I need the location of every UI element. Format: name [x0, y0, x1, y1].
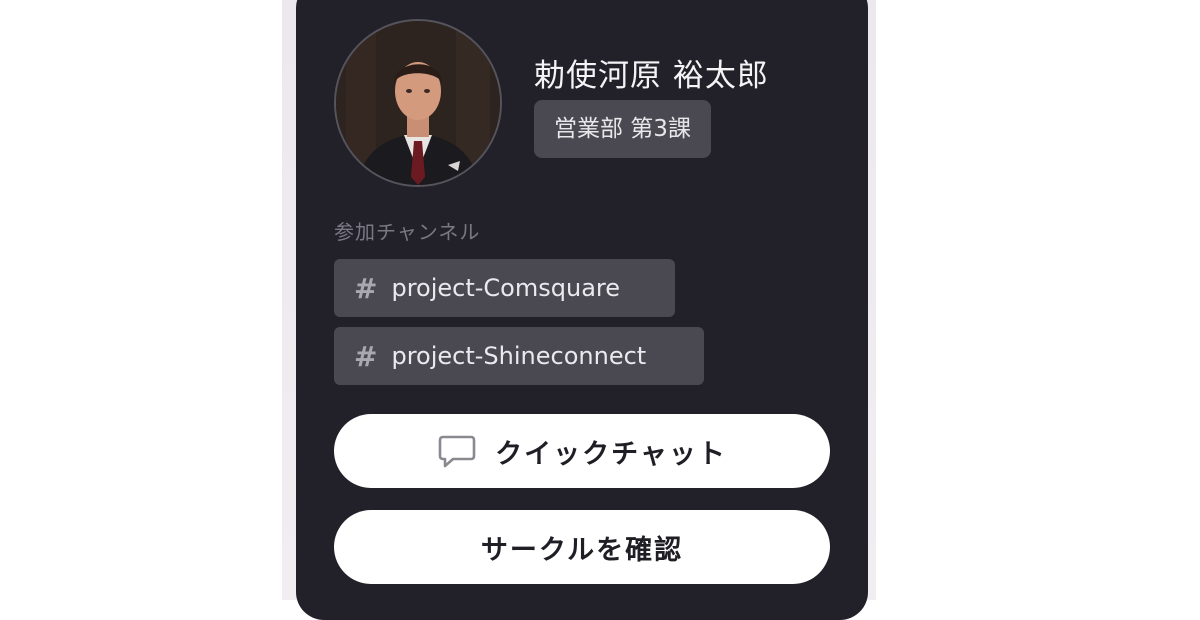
check-circle-label: サークルを確認 [480, 534, 684, 566]
avatar-photo [336, 21, 500, 185]
quick-chat-label: クイックチャット [495, 438, 727, 470]
channel-item-project-shineconnect[interactable]: # project-Shineconnect [334, 327, 704, 385]
user-name: 勅使河原 裕太郎 [534, 58, 769, 94]
chat-bubble-icon [437, 432, 477, 470]
avatar [334, 19, 502, 187]
quick-chat-button[interactable]: クイックチャット [334, 414, 830, 488]
check-circle-button[interactable]: サークルを確認 [334, 510, 830, 584]
channels-section-label: 参加チャンネル [334, 220, 481, 244]
channel-item-project-comsquare[interactable]: # project-Comsquare [334, 259, 675, 317]
channel-label: project-Shineconnect [391, 342, 647, 370]
hash-icon: # [354, 271, 378, 305]
channel-label: project-Comsquare [391, 274, 621, 302]
department-badge: 営業部 第3課 [534, 100, 711, 158]
hash-icon: # [354, 339, 378, 373]
